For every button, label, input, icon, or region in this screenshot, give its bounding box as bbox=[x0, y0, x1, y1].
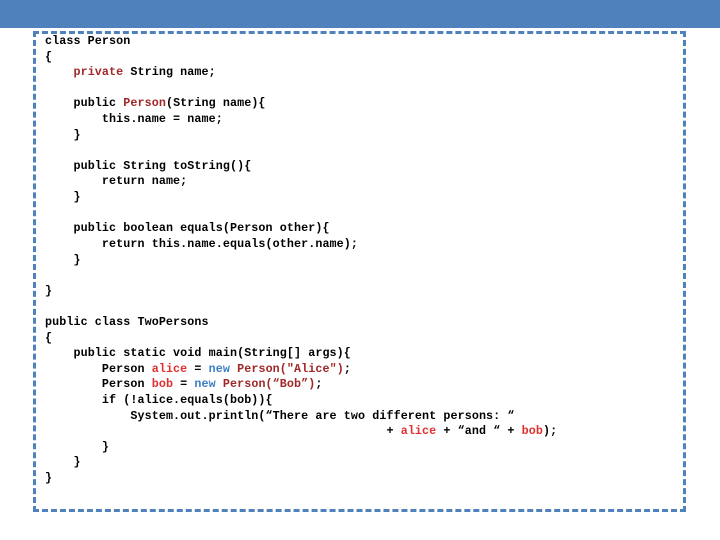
code-token: this.name = name; bbox=[101, 112, 223, 127]
code-token: Person bbox=[123, 96, 166, 111]
code-line: } bbox=[45, 253, 710, 269]
code-token: new bbox=[208, 361, 230, 376]
code-line: } bbox=[45, 190, 710, 206]
code-token: } bbox=[101, 439, 110, 454]
code-token: return this.name.equals(other.name); bbox=[101, 236, 359, 251]
code-line: } bbox=[45, 455, 710, 471]
code-token: Person bbox=[101, 361, 152, 376]
code-line: Person alice = new Person("Alice"); bbox=[45, 362, 710, 378]
code-token: public String toString(){ bbox=[73, 158, 252, 173]
code-token: } bbox=[73, 127, 81, 142]
code-line: return name; bbox=[45, 174, 710, 190]
code-token: + bbox=[386, 424, 401, 439]
code-token: public static void main(String[] args){ bbox=[73, 346, 351, 361]
code-line: class Person bbox=[45, 34, 710, 50]
code-line: System.out.println(“There are two differ… bbox=[45, 409, 710, 425]
code-token: = bbox=[187, 361, 209, 376]
code-line: private String name; bbox=[45, 65, 710, 81]
code-line: public String toString(){ bbox=[45, 159, 710, 175]
code-token: return name; bbox=[101, 174, 188, 189]
code-token: } bbox=[45, 283, 53, 298]
code-token: Person bbox=[101, 377, 152, 392]
code-line: } bbox=[45, 440, 710, 456]
code-token: if (!alice.equals(bob)){ bbox=[101, 393, 273, 408]
code-token: } bbox=[73, 455, 81, 470]
code-token: bob bbox=[151, 377, 174, 392]
code-token: alice bbox=[400, 424, 437, 439]
code-token: public boolean equals(Person other){ bbox=[73, 221, 330, 236]
code-token: (String name){ bbox=[165, 96, 266, 111]
code-line: + alice + “and “ + bob); bbox=[45, 424, 710, 440]
java-code-listing: class Person{ private String name; publi… bbox=[45, 34, 710, 487]
code-token: ); bbox=[543, 424, 558, 439]
code-token: Person("Alice") bbox=[237, 361, 344, 376]
code-token: } bbox=[45, 471, 53, 486]
code-line: return this.name.equals(other.name); bbox=[45, 237, 710, 253]
code-token: class Person bbox=[45, 34, 131, 48]
top-banner-bar bbox=[0, 0, 720, 28]
code-token: Person(“Bob”) bbox=[222, 377, 316, 392]
code-token: } bbox=[73, 190, 81, 205]
code-token: bob bbox=[521, 424, 543, 439]
code-line: } bbox=[45, 471, 710, 487]
code-line: Person bob = new Person(“Bob”); bbox=[45, 377, 710, 393]
code-token: public bbox=[73, 96, 124, 111]
code-line: this.name = name; bbox=[45, 112, 710, 128]
code-line: public Person(String name){ bbox=[45, 96, 710, 112]
code-token: private bbox=[73, 65, 124, 80]
code-token: { bbox=[45, 330, 53, 345]
code-line: } bbox=[45, 284, 710, 300]
code-line: } bbox=[45, 128, 710, 144]
code-line: public class TwoPersons bbox=[45, 315, 710, 331]
code-token: System.out.println(“There are two differ… bbox=[130, 408, 515, 423]
code-token: public class TwoPersons bbox=[45, 314, 209, 329]
code-token: new bbox=[194, 377, 216, 392]
code-token: + “and “ + bbox=[436, 424, 522, 439]
code-line: { bbox=[45, 331, 710, 347]
code-line: if (!alice.equals(bob)){ bbox=[45, 393, 710, 409]
code-token: String name; bbox=[123, 65, 216, 80]
code-token: ; bbox=[315, 377, 323, 392]
code-token: } bbox=[73, 252, 81, 267]
code-token: = bbox=[173, 377, 195, 392]
code-line: public static void main(String[] args){ bbox=[45, 346, 710, 362]
code-line: { bbox=[45, 50, 710, 66]
code-token: alice bbox=[151, 361, 188, 376]
code-token: ; bbox=[343, 361, 351, 376]
code-line: public boolean equals(Person other){ bbox=[45, 221, 710, 237]
code-token: { bbox=[45, 49, 53, 64]
